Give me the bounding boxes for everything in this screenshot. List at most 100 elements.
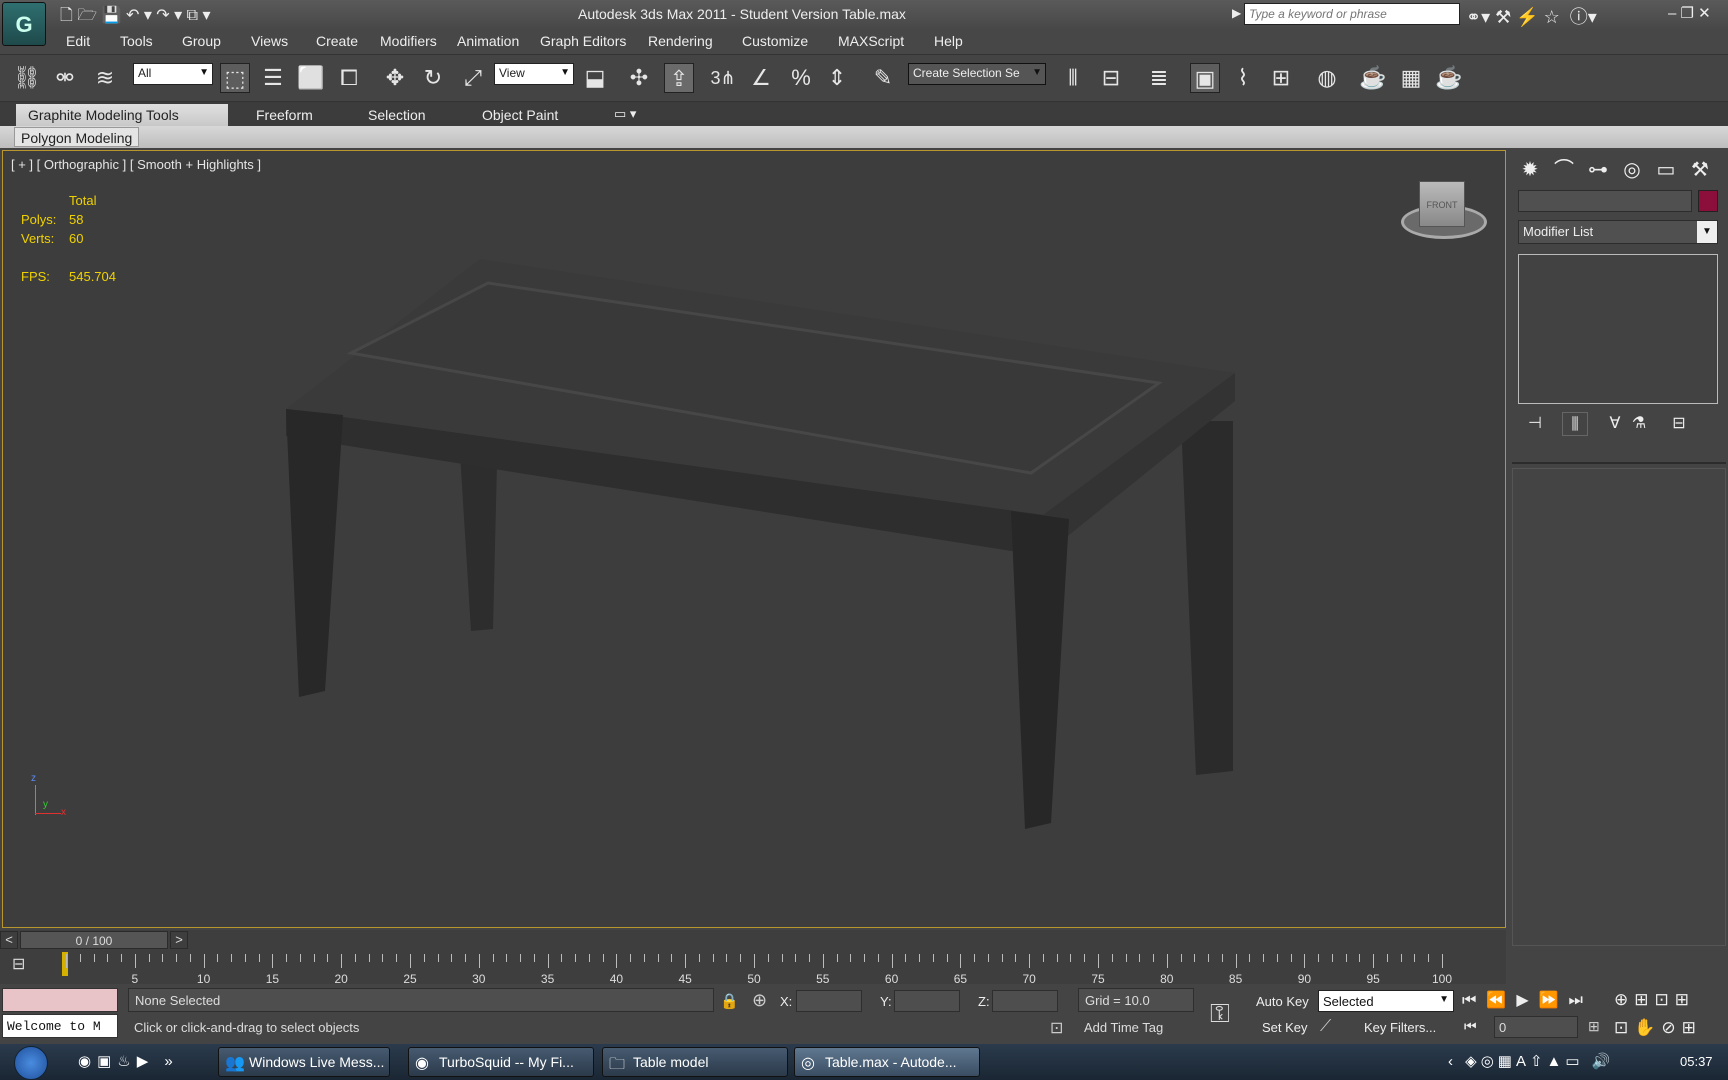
taskbar-item-turbosquid[interactable]: ◉ TurboSquid -- My Fi... xyxy=(408,1047,594,1077)
key-mode-dropdown[interactable]: Selected ▼ xyxy=(1318,990,1454,1012)
absolute-mode-icon[interactable]: ⊕ xyxy=(752,990,767,1011)
quick-access-toolbar[interactable]: 🗋 🗁 💾 ↶ ▾ ↷ ▾ ⧉ ▾ xyxy=(60,4,211,31)
lock-icon[interactable]: 🔒 xyxy=(720,992,739,1010)
mini-curve-editor-icon[interactable]: ⊟ xyxy=(12,954,38,976)
edit-named-selection-icon[interactable]: ✎ xyxy=(868,63,898,93)
menu-create[interactable]: Create xyxy=(316,33,358,49)
tab-selection[interactable]: Selection xyxy=(356,104,438,126)
rectangular-selection-icon[interactable]: ⬜ xyxy=(296,63,326,93)
menu-tools[interactable]: Tools xyxy=(120,33,153,49)
pin-stack-icon[interactable]: ⊣ xyxy=(1522,412,1548,436)
modify-panel-icon[interactable]: ⌒ xyxy=(1550,156,1578,184)
viewport-navigation-controls-bottom[interactable]: ⊡✋⊘⊞ xyxy=(1614,1018,1702,1038)
start-button[interactable] xyxy=(14,1046,48,1080)
ribbon-options-icon[interactable]: ▭ ▾ xyxy=(614,106,636,122)
menu-modifiers[interactable]: Modifiers xyxy=(380,33,437,49)
key-filters-button[interactable]: Key Filters... xyxy=(1364,1020,1436,1035)
show-end-result-icon[interactable]: ⫼ xyxy=(1562,412,1588,436)
align-icon[interactable]: ⊟ xyxy=(1096,63,1126,93)
configure-modifier-sets-icon[interactable]: ⊟ xyxy=(1666,412,1692,436)
spinner-snap-icon[interactable]: ⇕ xyxy=(822,63,852,93)
object-color-swatch[interactable] xyxy=(1698,190,1718,212)
selection-filter-dropdown[interactable]: All xyxy=(133,63,213,85)
set-key-icon[interactable]: ⚿ xyxy=(1210,998,1230,1030)
playback-controls[interactable]: ⏮⏪▶⏩⏭ xyxy=(1462,990,1593,1010)
taskbar-item-table-model[interactable]: 🗀 Table model xyxy=(602,1047,788,1077)
object-name-field[interactable] xyxy=(1518,190,1692,212)
snaps-toggle-icon[interactable]: 3⋔ xyxy=(708,63,738,93)
mirror-icon[interactable]: ⫴ xyxy=(1058,63,1088,93)
set-key-button[interactable]: Set Key xyxy=(1262,1020,1308,1035)
bind-space-warp-icon[interactable]: ≋ xyxy=(90,63,120,93)
layer-manager-icon[interactable]: ≣ xyxy=(1144,63,1174,93)
prev-frame-button[interactable]: < xyxy=(0,931,18,949)
link-icon[interactable]: ⛓ xyxy=(12,63,42,93)
maxscript-listener-pink[interactable] xyxy=(2,988,118,1012)
menu-animation[interactable]: Animation xyxy=(457,33,519,49)
next-frame-button[interactable]: > xyxy=(170,931,188,949)
modifier-stack[interactable] xyxy=(1518,254,1718,404)
render-setup-icon[interactable]: ☕ xyxy=(1358,63,1388,93)
help-search-input[interactable] xyxy=(1244,3,1460,25)
menu-help[interactable]: Help xyxy=(934,33,963,49)
menu-maxscript[interactable]: MAXScript xyxy=(838,33,904,49)
tab-freeform[interactable]: Freeform xyxy=(244,104,325,126)
modifier-list-dropdown[interactable]: Modifier List ▼ xyxy=(1518,220,1718,244)
add-time-tag[interactable]: Add Time Tag xyxy=(1078,1016,1194,1040)
select-by-name-icon[interactable]: ☰ xyxy=(258,63,288,93)
menu-group[interactable]: Group xyxy=(182,33,221,49)
menu-rendering[interactable]: Rendering xyxy=(648,33,713,49)
create-panel-icon[interactable]: ✹ xyxy=(1516,156,1544,184)
taskbar-item-3dsmax[interactable]: ◎ Table.max - Autode... xyxy=(794,1047,980,1077)
remove-modifier-icon[interactable]: ⚗ xyxy=(1626,412,1652,436)
time-slider-thumb[interactable]: 0 / 100 xyxy=(20,931,168,949)
curve-editor-icon[interactable]: ⌇ xyxy=(1228,63,1258,93)
expand-arrow-icon[interactable]: ▶ xyxy=(1232,6,1241,20)
keyboard-shortcut-override-icon[interactable]: ⇪ xyxy=(664,63,694,93)
z-coordinate-field[interactable] xyxy=(992,990,1058,1012)
perspective-viewport[interactable]: [ + ] [ Orthographic ] [ Smooth + Highli… xyxy=(2,150,1506,928)
reference-coordinate-dropdown[interactable]: View xyxy=(494,63,574,85)
y-coordinate-field[interactable] xyxy=(894,990,960,1012)
tab-graphite-modeling-tools[interactable]: Graphite Modeling Tools xyxy=(16,104,228,126)
angle-snap-icon[interactable]: ∠ xyxy=(746,63,776,93)
rotate-icon[interactable]: ↻ xyxy=(418,63,448,93)
material-editor-icon[interactable]: ◍ xyxy=(1312,63,1342,93)
current-frame-field[interactable]: 0 xyxy=(1494,1016,1578,1038)
auto-key-button[interactable]: Auto Key xyxy=(1256,994,1309,1009)
time-tag-icon[interactable]: ⊡ xyxy=(1050,1018,1063,1038)
move-icon[interactable]: ✥ xyxy=(380,63,410,93)
unlink-icon[interactable]: ⚮ xyxy=(50,63,80,93)
make-unique-icon[interactable]: ∀ xyxy=(1602,412,1628,436)
track-bar[interactable]: ⊟ 5 10 15 20 25 30 35 40 45 50 55 60 65 70 75 80 85 90 95 1… xyxy=(0,950,1506,986)
quick-launch-icons[interactable]: ◉▣♨▶ » xyxy=(78,1052,179,1070)
rendered-frame-window-icon[interactable]: ▦ xyxy=(1396,63,1426,93)
motion-panel-icon[interactable]: ◎ xyxy=(1618,156,1646,184)
maxscript-mini-listener[interactable]: Welcome to M xyxy=(2,1014,118,1038)
menu-graph-editors[interactable]: Graph Editors xyxy=(540,33,626,49)
render-production-icon[interactable]: ☕ xyxy=(1434,63,1464,93)
select-object-icon[interactable]: ⬚ xyxy=(220,63,250,93)
window-crossing-icon[interactable]: ⧠ xyxy=(334,63,364,93)
taskbar-item-messenger[interactable]: 👥 Windows Live Mess... xyxy=(218,1047,390,1077)
system-tray-icons[interactable]: ‹ ◈◎▦A⇧▲▭ 🔊 xyxy=(1448,1052,1614,1070)
schematic-view-icon[interactable]: ⊞ xyxy=(1266,63,1296,93)
time-slider[interactable]: < 0 / 100 > xyxy=(0,930,1506,950)
menu-customize[interactable]: Customize xyxy=(742,33,808,49)
window-controls[interactable]: – ❐ ✕ xyxy=(1668,4,1711,22)
display-panel-icon[interactable]: ▭ xyxy=(1652,156,1680,184)
default-in-out-tangent-icon[interactable]: ⟋ xyxy=(1320,1018,1331,1036)
table-model[interactable] xyxy=(3,151,1505,927)
scale-icon[interactable]: ⤢ xyxy=(458,63,488,93)
tab-object-paint[interactable]: Object Paint xyxy=(470,104,570,126)
named-selection-sets-dropdown[interactable]: Create Selection Se xyxy=(908,63,1046,85)
menu-edit[interactable]: Edit xyxy=(66,33,90,49)
utilities-panel-icon[interactable]: ⚒ xyxy=(1686,156,1714,184)
menu-views[interactable]: Views xyxy=(251,33,288,49)
application-button[interactable]: G xyxy=(2,2,46,46)
infocenter-icons[interactable]: ⚭▾ ⚒ ⚡ ☆ ⓘ▾ xyxy=(1466,3,1597,29)
hierarchy-panel-icon[interactable]: ⊶ xyxy=(1584,156,1612,184)
chevron-down-icon[interactable]: ▼ xyxy=(1697,221,1717,243)
viewcube[interactable]: FRONT xyxy=(1419,181,1465,227)
x-coordinate-field[interactable] xyxy=(796,990,862,1012)
